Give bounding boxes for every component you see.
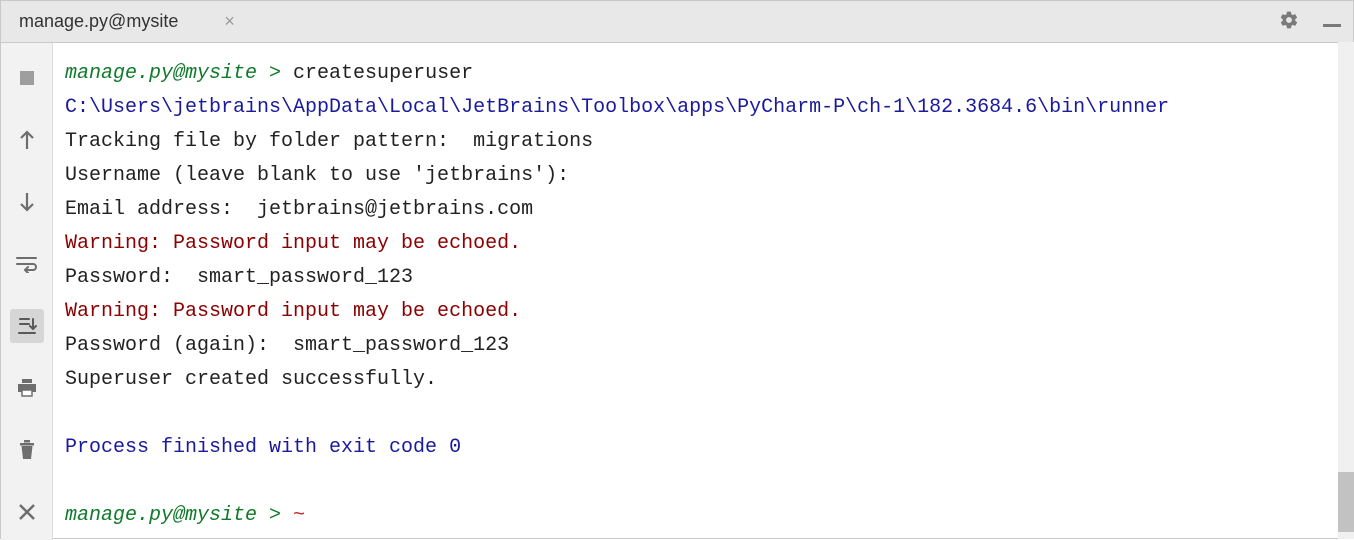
caret-icon: ~ — [293, 504, 305, 527]
tool-window-header: manage.py@mysite × — [1, 1, 1353, 43]
tab-title: manage.py@mysite — [19, 11, 178, 32]
up-arrow-button[interactable] — [10, 123, 44, 157]
trash-button[interactable] — [10, 433, 44, 467]
stop-button[interactable] — [10, 61, 44, 95]
down-arrow-button[interactable] — [10, 185, 44, 219]
warning-1: Warning: Password input may be echoed. — [65, 232, 521, 255]
scrollbar-thumb[interactable] — [1338, 472, 1354, 532]
console-output[interactable]: manage.py@mysite > createsuperuser C:\Us… — [53, 43, 1353, 540]
console-toolbar — [1, 43, 53, 540]
print-button[interactable] — [10, 371, 44, 405]
username-prompt: Username (leave blank to use 'jetbrains'… — [65, 164, 581, 187]
prompt-prefix: manage.py@mysite > — [65, 62, 293, 85]
close-button[interactable] — [10, 495, 44, 529]
tab-manage-py[interactable]: manage.py@mysite × — [19, 11, 239, 32]
exit-line: Process finished with exit code 0 — [65, 436, 461, 459]
password-1: Password: smart_password_123 — [65, 266, 413, 289]
scrollbar-track[interactable] — [1338, 42, 1354, 539]
prompt-command: createsuperuser — [293, 62, 473, 85]
close-tab-icon[interactable]: × — [220, 11, 239, 32]
gear-icon[interactable] — [1279, 10, 1299, 33]
warning-2: Warning: Password input may be echoed. — [65, 300, 521, 323]
password-2: Password (again): smart_password_123 — [65, 334, 509, 357]
success-line: Superuser created successfully. — [65, 368, 437, 391]
scroll-to-end-button[interactable] — [10, 309, 44, 343]
runner-path: C:\Users\jetbrains\AppData\Local\JetBrai… — [65, 96, 1169, 119]
prompt-2-prefix: manage.py@mysite > — [65, 504, 293, 527]
minimize-icon[interactable] — [1323, 14, 1341, 30]
soft-wrap-button[interactable] — [10, 247, 44, 281]
email-line: Email address: jetbrains@jetbrains.com — [65, 198, 533, 221]
tracking-line: Tracking file by folder pattern: migrati… — [65, 130, 593, 153]
